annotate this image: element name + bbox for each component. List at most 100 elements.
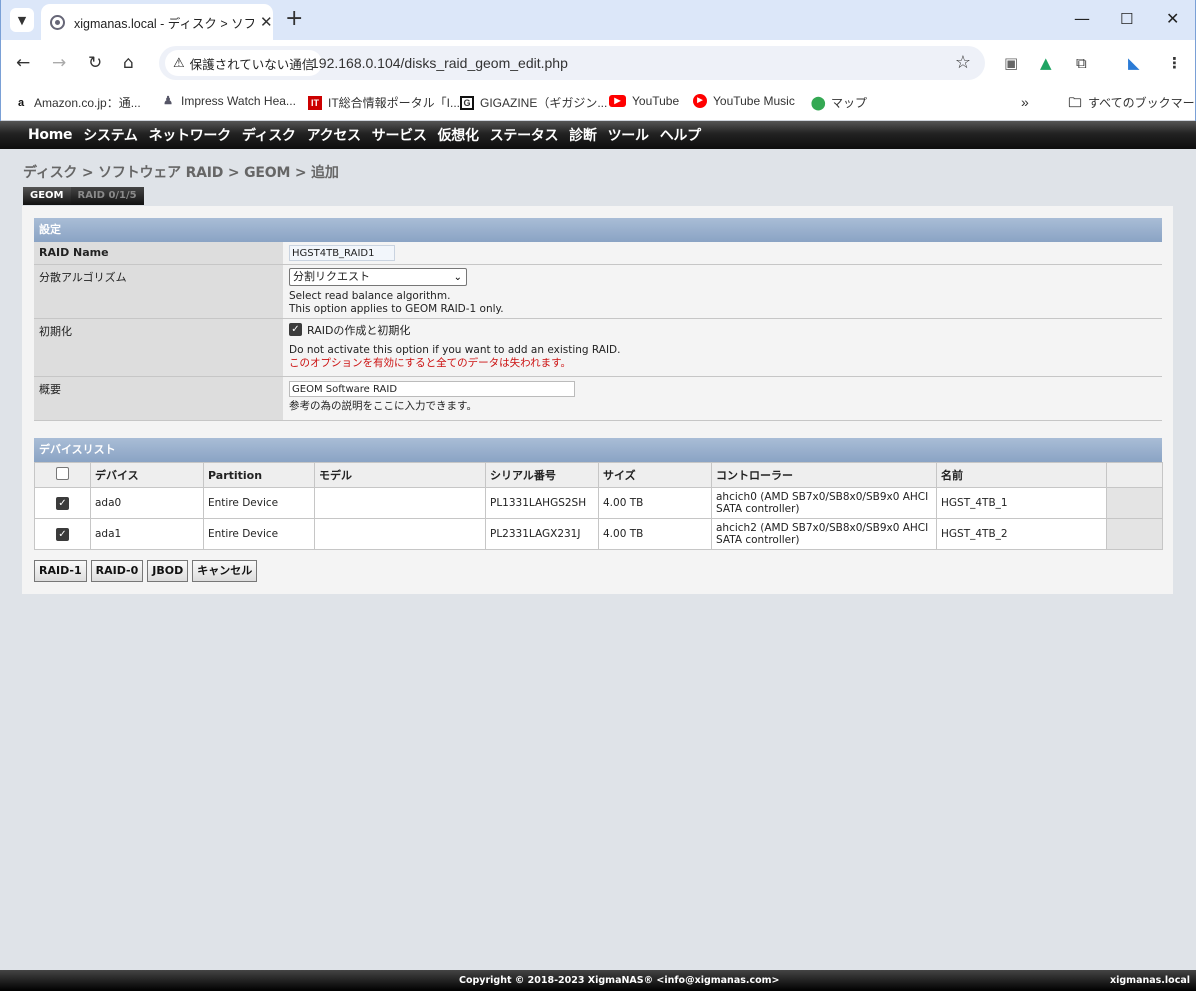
raid-name-label: RAID Name <box>34 242 283 264</box>
url-text[interactable]: 192.168.0.104/disks_raid_geom_edit.php <box>311 55 568 71</box>
bookmark-label: Impress Watch Hea... <box>181 94 296 108</box>
close-icon[interactable]: ✕ <box>260 13 273 31</box>
bookmark-label: YouTube <box>632 94 680 108</box>
home-icon[interactable]: ⌂ <box>123 53 134 73</box>
summary-input[interactable]: GEOM Software RAID <box>289 381 575 397</box>
bookmark-amazon[interactable]: a Amazon.co.jp：通... <box>14 94 141 111</box>
col-empty <box>1106 462 1163 488</box>
settings-header: 設定 <box>34 218 1162 242</box>
select-all-cell <box>34 462 91 488</box>
page-title: ディスク > ソフトウェア RAID > GEOM > 追加 <box>23 165 339 181</box>
jbod-button[interactable]: JBOD <box>147 560 189 582</box>
footer: Copyright © 2018-2023 XigmaNAS® <info@xi… <box>0 970 1196 991</box>
google-drive-icon[interactable]: ▲ <box>1040 53 1052 73</box>
raid-name-row: RAID Name HGST4TB_RAID1 <box>34 242 1162 265</box>
bookmark-youtube-music[interactable]: ▶ YouTube Music <box>693 94 795 108</box>
col-size: サイズ <box>598 462 712 488</box>
bookmark-label: Amazon.co.jp：通... <box>34 96 141 110</box>
bookmark-maps[interactable]: ⬤ マップ <box>811 94 867 111</box>
cell-serial: PL2331LAGX231J <box>485 518 599 550</box>
security-label: 保護されていない通信 <box>189 57 315 72</box>
balance-label: 分散アルゴリズム <box>34 265 283 318</box>
init-value-cell: ✓ RAIDの作成と初期化 Do not activate this optio… <box>287 319 1162 376</box>
cell-size: 4.00 TB <box>598 487 712 519</box>
bookmark-label: マップ <box>831 96 868 110</box>
reload-icon[interactable]: ↻ <box>88 53 102 73</box>
bookmarks-bar: a Amazon.co.jp：通... ♟ Impress Watch Hea.… <box>1 86 1196 121</box>
init-row: 初期化 ✓ RAIDの作成と初期化 Do not activate this o… <box>34 319 1162 377</box>
browser-toolbar: ← → ↻ ⌂ ⚠ 保護されていない通信 192.168.0.104/disks… <box>1 40 1195 86</box>
device-table-header: デバイス Partition モデル シリアル番号 サイズ コントローラー 名前 <box>34 462 1163 488</box>
security-indicator[interactable]: ⚠ 保護されていない通信 <box>165 50 323 76</box>
nav-disks[interactable]: ディスク <box>242 125 296 145</box>
tab-geom[interactable]: GEOM <box>23 187 71 205</box>
back-arrow-icon[interactable]: ← <box>16 53 30 73</box>
forward-arrow-icon[interactable]: → <box>52 53 66 73</box>
init-label: 初期化 <box>34 319 283 376</box>
bookmark-star-icon[interactable]: ☆ <box>955 52 971 73</box>
balance-select[interactable]: 分割リクエスト ⌄ <box>289 268 467 286</box>
nav-system[interactable]: システム <box>83 125 138 145</box>
bookmark-youtube[interactable]: ▶ YouTube <box>609 94 679 108</box>
bookmark-gigazine[interactable]: G GIGAZINE（ギガジン... <box>460 94 607 111</box>
table-row: ✓ ada0 Entire Device PL1331LAHGS2SH 4.00… <box>34 487 1163 519</box>
init-checkbox[interactable]: ✓ <box>289 323 302 336</box>
tab-search-button[interactable]: ▼ <box>10 8 34 32</box>
row-checkbox[interactable]: ✓ <box>56 527 69 541</box>
cell-controller: ahcich2 (AMD SB7x0/SB8x0/SB9x0 AHCI SATA… <box>711 518 937 550</box>
maximize-icon[interactable]: ☐ <box>1120 10 1133 28</box>
footer-hostname: xigmanas.local <box>1109 975 1190 986</box>
minimize-icon[interactable]: — <box>1074 10 1090 28</box>
bookmarks-overflow-button[interactable]: » <box>1021 94 1029 110</box>
nav-help[interactable]: ヘルプ <box>660 125 701 145</box>
main-menu: Home システム ネットワーク ディスク アクセス サービス 仮想化 ステータ… <box>0 121 1196 149</box>
main-panel: 設定 RAID Name HGST4TB_RAID1 分散アルゴリズム 分割リク… <box>22 206 1173 594</box>
extensions-icon[interactable]: ⧉ <box>1076 53 1087 73</box>
window-close-icon[interactable]: ✕ <box>1166 10 1179 28</box>
impress-icon: ♟ <box>163 95 173 107</box>
nav-services[interactable]: サービス <box>372 125 427 145</box>
cell-controller: ahcich0 (AMD SB7x0/SB8x0/SB9x0 AHCI SATA… <box>711 487 937 519</box>
select-all-checkbox[interactable] <box>56 467 69 480</box>
menu-icon[interactable]: ⋮ <box>1167 53 1182 73</box>
row-checkbox[interactable]: ✓ <box>56 496 69 510</box>
init-description: Do not activate this option if you want … <box>289 344 621 356</box>
nav-status[interactable]: ステータス <box>490 125 559 145</box>
col-partition: Partition <box>203 462 315 488</box>
chevron-down-icon: ▼ <box>17 13 27 27</box>
cell-model <box>314 487 486 519</box>
browser-tab-active[interactable]: xigmanas.local - ディスク > ソフトウ ✕ <box>41 4 273 40</box>
col-model: モデル <box>314 462 486 488</box>
raid-name-input[interactable]: HGST4TB_RAID1 <box>289 245 395 261</box>
cast-icon[interactable]: ▣ <box>1004 53 1018 73</box>
bookmark-impress[interactable]: ♟ Impress Watch Hea... <box>161 94 296 108</box>
bookmark-label: YouTube Music <box>713 94 795 108</box>
cell-empty <box>1106 518 1163 550</box>
tab-raid-015[interactable]: RAID 0/1/5 <box>70 187 144 205</box>
summary-value-cell: GEOM Software RAID 参考の為の説明をここに入力できます。 <box>287 377 1162 420</box>
nav-network[interactable]: ネットワーク <box>149 125 232 145</box>
init-checkbox-label: RAIDの作成と初期化 <box>307 324 411 337</box>
raid0-button[interactable]: RAID-0 <box>90 560 144 582</box>
summary-description: 参考の為の説明をここに入力できます。 <box>289 400 477 412</box>
site-favicon-icon <box>50 14 65 30</box>
cell-partition: Entire Device <box>203 487 315 519</box>
nav-virtualization[interactable]: 仮想化 <box>438 125 479 145</box>
nav-home[interactable]: Home <box>28 127 73 143</box>
address-bar[interactable]: ⚠ 保護されていない通信 192.168.0.104/disks_raid_ge… <box>159 46 985 80</box>
new-tab-button[interactable]: + <box>285 8 303 30</box>
chevron-double-right-icon: » <box>1021 94 1029 110</box>
cancel-button[interactable]: キャンセル <box>192 560 258 582</box>
nav-tools[interactable]: ツール <box>608 125 649 145</box>
balance-description-2: This option applies to GEOM RAID-1 only. <box>289 303 504 315</box>
raid1-button[interactable]: RAID-1 <box>34 560 87 582</box>
profile-icon[interactable]: ◣ <box>1128 53 1140 73</box>
nav-access[interactable]: アクセス <box>307 125 361 145</box>
cell-device: ada0 <box>90 487 204 519</box>
col-device: デバイス <box>90 462 204 488</box>
cell-model <box>314 518 486 550</box>
nav-diagnostics[interactable]: 診断 <box>569 125 597 145</box>
all-bookmarks-folder[interactable]: 🗀 すべてのブックマーク <box>1068 94 1196 111</box>
cell-device: ada1 <box>90 518 204 550</box>
bookmark-itmedia[interactable]: IT IT総合情報ポータル「I... <box>308 94 460 111</box>
